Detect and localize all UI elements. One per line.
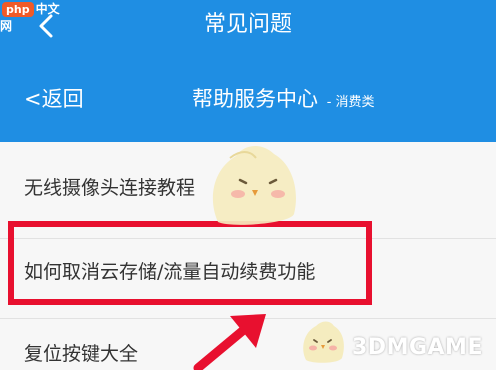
faq-item-wireless-camera[interactable]: 无线摄像头连接教程 [24,175,195,201]
arrow-up-right-icon [193,314,266,370]
watermark: 3DMGAME [352,335,483,360]
help-center-header: <返回 帮助服务中心 - 消费类 [0,52,496,142]
faq-item-reset-buttons[interactable]: 复位按键大全 [24,341,138,367]
mascot-chick-icon [212,145,296,225]
mascot-chick-icon [303,321,344,363]
help-center-title: 帮助服务中心 - 消费类 [192,85,375,117]
help-center-subtitle: - 消费类 [326,95,375,110]
top-app-bar: php 中文网 常见问题 [0,0,496,52]
highlight-box [8,221,372,305]
help-center-title-text: 帮助服务中心 [192,87,318,111]
back-link[interactable]: <返回 [24,85,84,113]
page-title: 常见问题 [203,12,292,37]
